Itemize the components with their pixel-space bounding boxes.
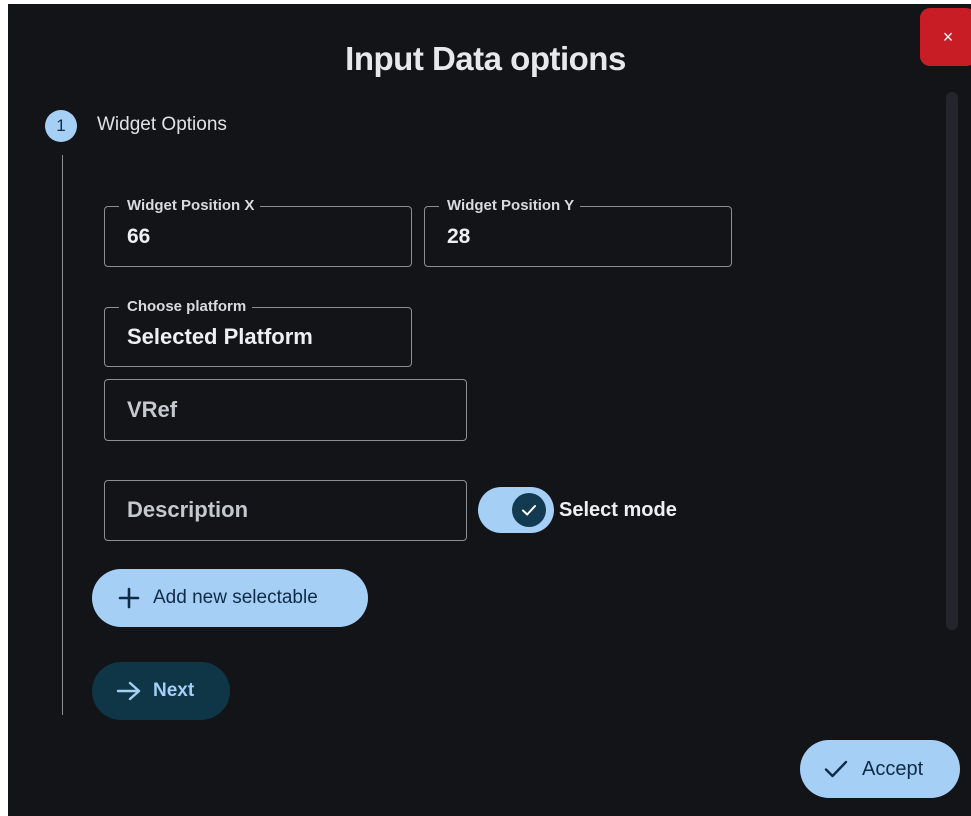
description-placeholder: Description [127, 497, 249, 522]
plus-icon [118, 587, 140, 609]
step-label[interactable]: Widget Options [97, 114, 227, 136]
step-connector-line [62, 155, 63, 715]
dialog-title: Input Data options [345, 40, 626, 77]
widget-position-x-label: Widget Position X [119, 197, 261, 215]
widget-position-y-label: Widget Position Y [439, 197, 581, 215]
choose-platform-select[interactable]: Choose platform Selected Platform [104, 298, 412, 367]
choose-platform-value[interactable]: Selected Platform [127, 324, 313, 350]
next-button[interactable]: Next [92, 662, 230, 720]
vref-input[interactable]: VRef [104, 379, 467, 441]
choose-platform-label: Choose platform [119, 298, 253, 316]
widget-position-y-value[interactable]: 28 [447, 225, 470, 249]
check-icon [522, 505, 536, 516]
accept-label: Accept [862, 758, 924, 780]
check-icon [824, 760, 848, 778]
vref-placeholder: VRef [127, 397, 178, 422]
widget-position-x-field[interactable]: Widget Position X 66 [104, 197, 412, 267]
next-label: Next [153, 680, 195, 701]
accept-button[interactable]: Accept [800, 740, 960, 798]
scrollbar[interactable] [946, 92, 958, 630]
widget-position-x-value[interactable]: 66 [127, 225, 150, 249]
select-mode-label: Select mode [559, 499, 677, 521]
widget-position-y-field[interactable]: Widget Position Y 28 [424, 197, 732, 267]
add-new-selectable-button[interactable]: Add new selectable [92, 569, 368, 627]
toggle-knob [512, 493, 546, 527]
select-mode-toggle[interactable] [478, 487, 554, 533]
arrow-right-icon [116, 681, 141, 701]
step-number-badge: 1 [45, 110, 77, 142]
description-input[interactable]: Description [104, 480, 467, 541]
add-new-selectable-label: Add new selectable [153, 587, 318, 608]
